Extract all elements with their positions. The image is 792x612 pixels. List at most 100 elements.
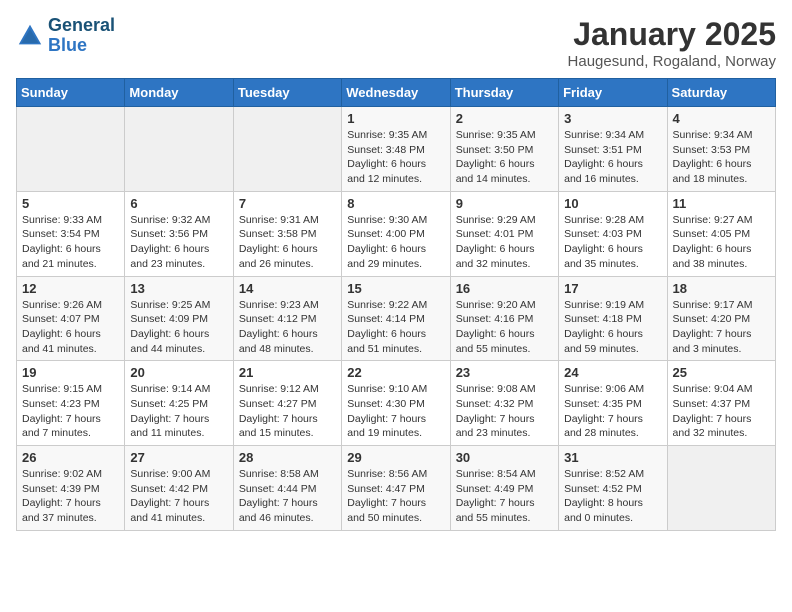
page-header: General Blue January 2025 Haugesund, Rog…	[16, 16, 776, 70]
calendar-cell: 7 Sunrise: 9:31 AM Sunset: 3:58 PM Daylig…	[233, 191, 341, 276]
day-number: 19	[22, 365, 119, 380]
calendar-cell: 9 Sunrise: 9:29 AM Sunset: 4:01 PM Daylig…	[450, 191, 558, 276]
day-number: 30	[456, 450, 553, 465]
day-number: 8	[347, 196, 444, 211]
calendar-cell: 29Sunrise: 8:56 AM Sunset: 4:47 PM Dayli…	[342, 446, 450, 531]
day-info: Sunrise: 9:31 AM Sunset: 3:58 PM Dayligh…	[239, 213, 336, 272]
day-info: Sunrise: 9:34 AM Sunset: 3:53 PM Dayligh…	[673, 128, 770, 187]
day-info: Sunrise: 9:35 AM Sunset: 3:48 PM Dayligh…	[347, 128, 444, 187]
calendar-cell: 10 Sunrise: 9:28 AM Sunset: 4:03 PM Dayli…	[559, 191, 667, 276]
day-info: Sunrise: 8:54 AM Sunset: 4:49 PM Dayligh…	[456, 467, 553, 526]
calendar-cell: 4 Sunrise: 9:34 AM Sunset: 3:53 PM Daylig…	[667, 107, 775, 192]
calendar-cell: 21 Sunrise: 9:12 AM Sunset: 4:27 PM Dayli…	[233, 361, 341, 446]
day-info: Sunrise: 9:29 AM Sunset: 4:01 PM Dayligh…	[456, 213, 553, 272]
day-number: 2	[456, 111, 553, 126]
day-info: Sunrise: 9:33 AM Sunset: 3:54 PM Dayligh…	[22, 213, 119, 272]
day-info: Sunrise: 9:08 AM Sunset: 4:32 PM Dayligh…	[456, 382, 553, 441]
day-number: 6	[130, 196, 227, 211]
weekday-header: Thursday	[450, 79, 558, 107]
calendar-cell: 31Sunrise: 8:52 AM Sunset: 4:52 PM Dayli…	[559, 446, 667, 531]
day-info: Sunrise: 9:14 AM Sunset: 4:25 PM Dayligh…	[130, 382, 227, 441]
day-number: 20	[130, 365, 227, 380]
day-number: 17	[564, 281, 661, 296]
day-info: Sunrise: 9:12 AM Sunset: 4:27 PM Dayligh…	[239, 382, 336, 441]
calendar-cell	[667, 446, 775, 531]
calendar-week-row: 5 Sunrise: 9:33 AM Sunset: 3:54 PM Daylig…	[17, 191, 776, 276]
day-number: 18	[673, 281, 770, 296]
calendar-cell: 15 Sunrise: 9:22 AM Sunset: 4:14 PM Dayli…	[342, 276, 450, 361]
day-info: Sunrise: 9:26 AM Sunset: 4:07 PM Dayligh…	[22, 298, 119, 357]
calendar-cell: 24 Sunrise: 9:06 AM Sunset: 4:35 PM Dayli…	[559, 361, 667, 446]
calendar-cell: 17 Sunrise: 9:19 AM Sunset: 4:18 PM Dayli…	[559, 276, 667, 361]
day-number: 12	[22, 281, 119, 296]
day-number: 25	[673, 365, 770, 380]
weekday-header: Saturday	[667, 79, 775, 107]
logo-icon	[16, 22, 44, 50]
calendar-cell: 20 Sunrise: 9:14 AM Sunset: 4:25 PM Dayli…	[125, 361, 233, 446]
day-number: 26	[22, 450, 119, 465]
day-info: Sunrise: 9:19 AM Sunset: 4:18 PM Dayligh…	[564, 298, 661, 357]
day-info: Sunrise: 9:28 AM Sunset: 4:03 PM Dayligh…	[564, 213, 661, 272]
location-subtitle: Haugesund, Rogaland, Norway	[568, 53, 776, 70]
day-info: Sunrise: 9:04 AM Sunset: 4:37 PM Dayligh…	[673, 382, 770, 441]
calendar-cell: 13Sunrise: 9:25 AM Sunset: 4:09 PM Dayli…	[125, 276, 233, 361]
calendar-cell: 30 Sunrise: 8:54 AM Sunset: 4:49 PM Dayli…	[450, 446, 558, 531]
calendar-cell: 22Sunrise: 9:10 AM Sunset: 4:30 PM Dayli…	[342, 361, 450, 446]
day-info: Sunrise: 9:20 AM Sunset: 4:16 PM Dayligh…	[456, 298, 553, 357]
calendar-week-row: 1 Sunrise: 9:35 AM Sunset: 3:48 PM Daylig…	[17, 107, 776, 192]
calendar-cell: 5 Sunrise: 9:33 AM Sunset: 3:54 PM Daylig…	[17, 191, 125, 276]
day-number: 4	[673, 111, 770, 126]
day-number: 14	[239, 281, 336, 296]
day-info: Sunrise: 9:30 AM Sunset: 4:00 PM Dayligh…	[347, 213, 444, 272]
calendar-cell: 26Sunrise: 9:02 AM Sunset: 4:39 PM Dayli…	[17, 446, 125, 531]
calendar-cell	[233, 107, 341, 192]
day-info: Sunrise: 9:32 AM Sunset: 3:56 PM Dayligh…	[130, 213, 227, 272]
day-number: 3	[564, 111, 661, 126]
weekday-header: Monday	[125, 79, 233, 107]
day-number: 5	[22, 196, 119, 211]
calendar-cell: 3 Sunrise: 9:34 AM Sunset: 3:51 PM Daylig…	[559, 107, 667, 192]
day-info: Sunrise: 9:00 AM Sunset: 4:42 PM Dayligh…	[130, 467, 227, 526]
weekday-header: Friday	[559, 79, 667, 107]
calendar-week-row: 26Sunrise: 9:02 AM Sunset: 4:39 PM Dayli…	[17, 446, 776, 531]
day-info: Sunrise: 8:52 AM Sunset: 4:52 PM Dayligh…	[564, 467, 661, 526]
calendar-cell: 14 Sunrise: 9:23 AM Sunset: 4:12 PM Dayli…	[233, 276, 341, 361]
day-number: 15	[347, 281, 444, 296]
calendar-cell	[125, 107, 233, 192]
day-info: Sunrise: 9:22 AM Sunset: 4:14 PM Dayligh…	[347, 298, 444, 357]
day-info: Sunrise: 9:25 AM Sunset: 4:09 PM Dayligh…	[130, 298, 227, 357]
calendar-cell: 19Sunrise: 9:15 AM Sunset: 4:23 PM Dayli…	[17, 361, 125, 446]
weekday-header-row: SundayMondayTuesdayWednesdayThursdayFrid…	[17, 79, 776, 107]
calendar-cell: 8 Sunrise: 9:30 AM Sunset: 4:00 PM Daylig…	[342, 191, 450, 276]
day-info: Sunrise: 9:06 AM Sunset: 4:35 PM Dayligh…	[564, 382, 661, 441]
month-title: January 2025	[568, 16, 776, 53]
calendar-cell: 23Sunrise: 9:08 AM Sunset: 4:32 PM Dayli…	[450, 361, 558, 446]
calendar-cell	[17, 107, 125, 192]
calendar-cell: 1 Sunrise: 9:35 AM Sunset: 3:48 PM Daylig…	[342, 107, 450, 192]
day-number: 16	[456, 281, 553, 296]
day-number: 21	[239, 365, 336, 380]
weekday-header: Wednesday	[342, 79, 450, 107]
day-info: Sunrise: 9:35 AM Sunset: 3:50 PM Dayligh…	[456, 128, 553, 187]
title-block: January 2025 Haugesund, Rogaland, Norway	[568, 16, 776, 70]
day-number: 1	[347, 111, 444, 126]
day-number: 7	[239, 196, 336, 211]
day-number: 10	[564, 196, 661, 211]
day-info: Sunrise: 8:58 AM Sunset: 4:44 PM Dayligh…	[239, 467, 336, 526]
calendar-cell: 27 Sunrise: 9:00 AM Sunset: 4:42 PM Dayli…	[125, 446, 233, 531]
day-info: Sunrise: 9:23 AM Sunset: 4:12 PM Dayligh…	[239, 298, 336, 357]
day-number: 27	[130, 450, 227, 465]
day-number: 9	[456, 196, 553, 211]
calendar-cell: 16 Sunrise: 9:20 AM Sunset: 4:16 PM Dayli…	[450, 276, 558, 361]
day-number: 24	[564, 365, 661, 380]
calendar-week-row: 19Sunrise: 9:15 AM Sunset: 4:23 PM Dayli…	[17, 361, 776, 446]
day-number: 28	[239, 450, 336, 465]
logo-text: General Blue	[48, 16, 115, 56]
day-info: Sunrise: 9:34 AM Sunset: 3:51 PM Dayligh…	[564, 128, 661, 187]
day-info: Sunrise: 9:10 AM Sunset: 4:30 PM Dayligh…	[347, 382, 444, 441]
calendar-cell: 25 Sunrise: 9:04 AM Sunset: 4:37 PM Dayli…	[667, 361, 775, 446]
calendar-week-row: 12 Sunrise: 9:26 AM Sunset: 4:07 PM Dayli…	[17, 276, 776, 361]
day-info: Sunrise: 9:27 AM Sunset: 4:05 PM Dayligh…	[673, 213, 770, 272]
calendar-cell: 18Sunrise: 9:17 AM Sunset: 4:20 PM Dayli…	[667, 276, 775, 361]
calendar-cell: 2 Sunrise: 9:35 AM Sunset: 3:50 PM Daylig…	[450, 107, 558, 192]
